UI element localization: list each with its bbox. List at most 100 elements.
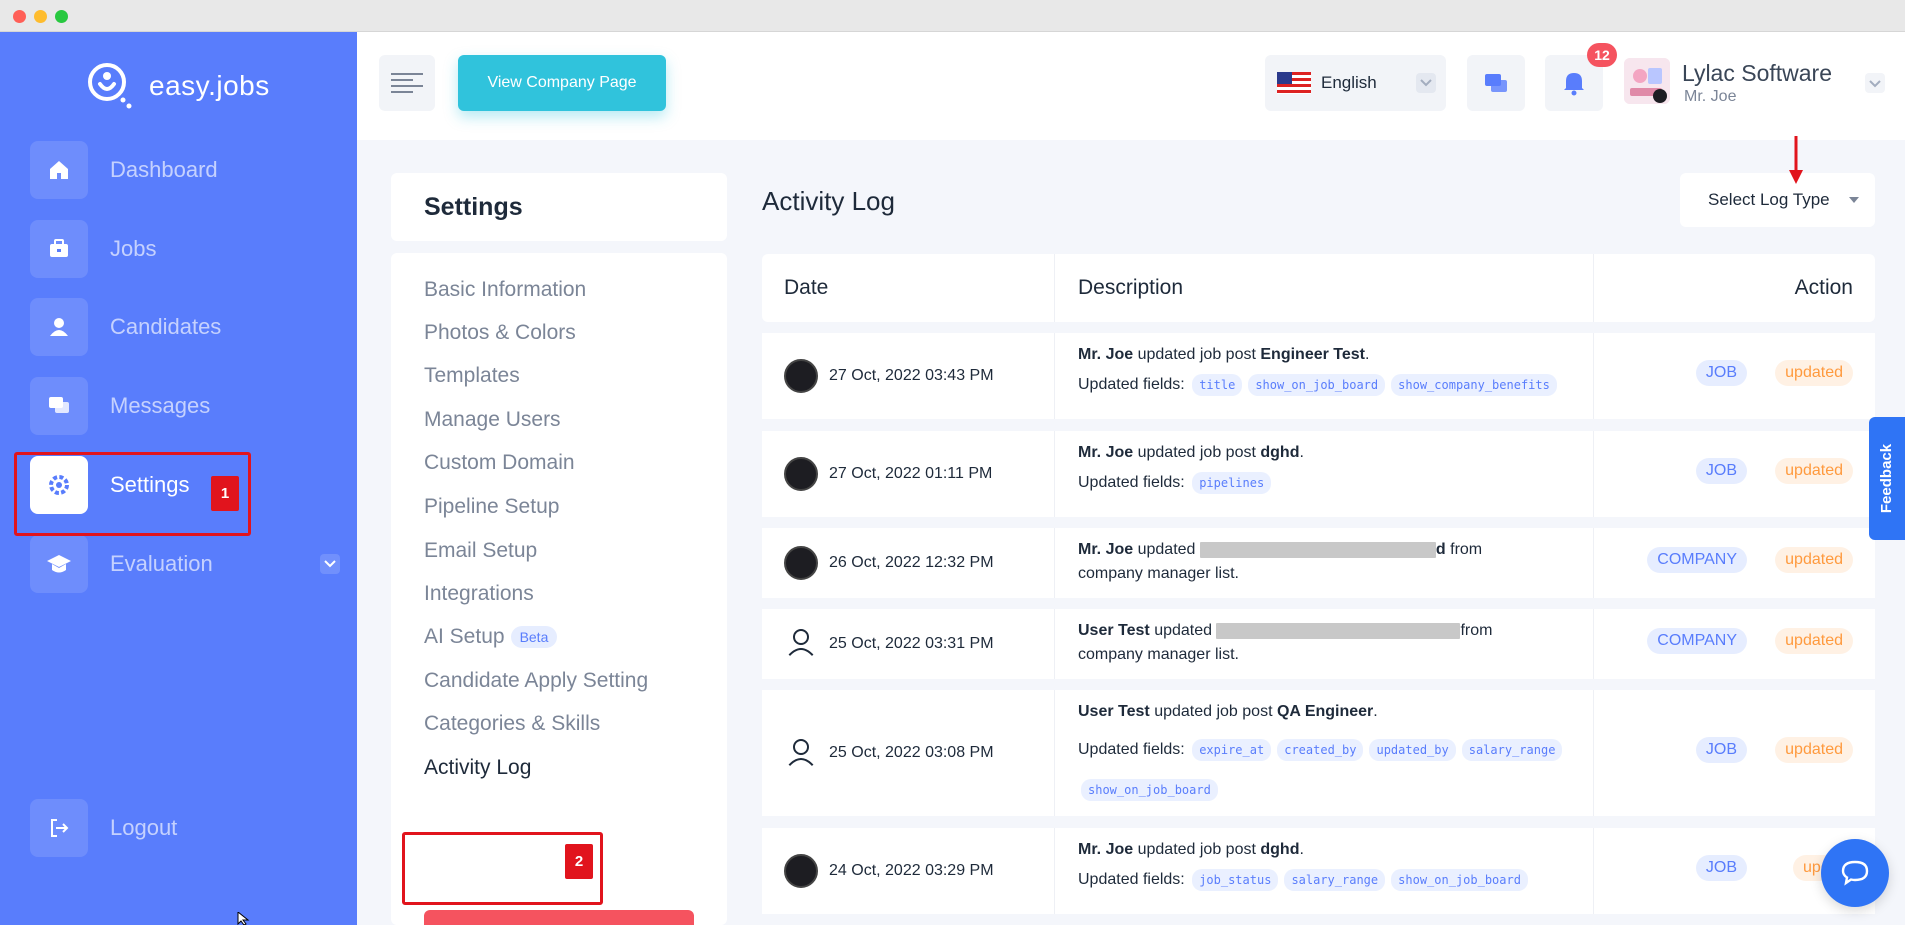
log-actor: User Test <box>1078 703 1150 720</box>
log-type-badge: COMPANY <box>1647 547 1747 573</box>
settings-link-candidate-apply-setting[interactable]: Candidate Apply Setting <box>424 669 648 693</box>
log-type-badge: JOB <box>1695 737 1747 763</box>
settings-link-templates[interactable]: Templates <box>424 364 520 388</box>
log-date: 27 Oct, 2022 03:43 PM <box>829 367 994 384</box>
column-header-action: Action <box>1794 276 1853 299</box>
chat-icon <box>1485 74 1507 92</box>
log-action-badge: updated <box>1775 737 1853 763</box>
sidebar-item-candidates[interactable]: Candidates <box>30 298 340 356</box>
sidebar-item-dashboard[interactable]: Dashboard <box>30 141 340 199</box>
messages-button[interactable] <box>1467 55 1525 111</box>
sidebar-item-evaluation[interactable]: Evaluation <box>30 535 340 593</box>
log-text: updated job post <box>1154 703 1273 720</box>
log-action-badge: updated <box>1775 547 1853 573</box>
log-text: updated <box>1137 541 1196 558</box>
mouse-cursor-icon <box>237 912 250 925</box>
settings-link-photos-colors[interactable]: Photos & Colors <box>424 321 576 345</box>
feedback-label: Feedback <box>1878 443 1896 514</box>
table-row: 27 Oct, 2022 03:43 PM Mr. Joe updated jo… <box>762 333 1875 419</box>
settings-link-activity-log[interactable]: Activity Log <box>424 756 531 780</box>
menu-toggle-button[interactable] <box>379 55 435 111</box>
briefcase-icon <box>30 220 88 278</box>
settings-link-integrations[interactable]: Integrations <box>424 582 534 606</box>
chat-icon <box>30 377 88 435</box>
log-date: 26 Oct, 2022 12:32 PM <box>829 554 994 571</box>
chat-bubble-icon <box>1841 860 1869 886</box>
log-type-select-label: Select Log Type <box>1708 190 1830 209</box>
settings-link-email-setup[interactable]: Email Setup <box>424 539 537 563</box>
settings-link-categories-skills[interactable]: Categories & Skills <box>424 712 600 736</box>
sidebar-item-logout[interactable]: Logout <box>30 799 340 857</box>
log-action-badge: updated <box>1775 360 1853 386</box>
logout-icon <box>30 799 88 857</box>
log-actor: User Test <box>1078 622 1150 639</box>
maximize-window-button[interactable] <box>55 10 68 23</box>
minimize-window-button[interactable] <box>34 10 47 23</box>
log-description: User Test updated job post QA Engineer. … <box>1078 700 1578 810</box>
avatar <box>784 854 818 888</box>
settings-link-pipeline-setup[interactable]: Pipeline Setup <box>424 495 559 519</box>
log-target: dghd <box>1260 841 1300 858</box>
settings-link-manage-users[interactable]: Manage Users <box>424 408 561 432</box>
close-window-button[interactable] <box>13 10 26 23</box>
avatar <box>784 546 818 580</box>
user-outline-icon <box>786 739 816 769</box>
field-tag: show_company_benefits <box>1391 373 1557 396</box>
feedback-tab[interactable]: Feedback <box>1869 417 1905 540</box>
company-avatar[interactable] <box>1624 58 1670 104</box>
column-header-date: Date <box>784 276 829 299</box>
log-text: updated job post <box>1137 444 1256 461</box>
log-tail: from <box>1450 541 1483 558</box>
log-description: User Test updated from company manager l… <box>1078 619 1492 667</box>
user-icon <box>30 298 88 356</box>
sidebar-item-label: Candidates <box>110 314 222 339</box>
sidebar-item-label: Messages <box>110 393 211 418</box>
sidebar-item-messages[interactable]: Messages <box>30 377 340 435</box>
log-target-fragment: d <box>1435 541 1446 558</box>
table-row: 25 Oct, 2022 03:31 PM User Test updated … <box>762 609 1875 679</box>
chevron-down-icon[interactable] <box>1865 73 1885 98</box>
language-selector[interactable]: English <box>1265 55 1446 111</box>
redacted-text <box>1216 622 1461 639</box>
user-name: Mr. Joe <box>1684 88 1737 105</box>
updated-fields-label: Updated fields: <box>1078 871 1185 888</box>
field-tag: created_by <box>1277 738 1364 761</box>
updated-fields-label: Updated fields: <box>1078 741 1185 758</box>
support-chat-button[interactable] <box>1821 839 1889 907</box>
settings-link-ai-setup[interactable]: AI Setup Beta <box>424 625 558 649</box>
language-label: English <box>1321 73 1377 92</box>
log-date: 27 Oct, 2022 01:11 PM <box>829 465 993 482</box>
log-text: updated job post <box>1137 346 1256 363</box>
avatar <box>784 457 818 491</box>
field-tag: job_status <box>1192 868 1279 891</box>
view-company-page-button[interactable]: View Company Page <box>458 55 666 111</box>
annotation-number-2: 2 <box>565 844 593 879</box>
log-actor: Mr. Joe <box>1078 444 1134 461</box>
field-tag: pipelines <box>1192 471 1272 494</box>
field-tag: show_on_job_board <box>1081 778 1218 801</box>
log-target: QA Engineer <box>1276 703 1374 720</box>
log-target: Engineer Test <box>1260 346 1365 363</box>
bell-icon <box>1564 73 1584 96</box>
column-header-description: Description <box>1078 276 1184 299</box>
settings-link-basic-information[interactable]: Basic Information <box>424 278 586 302</box>
chevron-down-icon[interactable] <box>320 554 340 574</box>
sidebar-item-label: Jobs <box>110 236 157 261</box>
sidebar-item-jobs[interactable]: Jobs <box>30 220 340 278</box>
beta-badge: Beta <box>510 626 558 649</box>
brand-name: easy.jobs <box>149 70 270 101</box>
table-row: 24 Oct, 2022 03:29 PM Mr. Joe updated jo… <box>762 828 1875 914</box>
log-description: Mr. Joe updated job post dghd. Updated f… <box>1078 441 1304 495</box>
graduation-cap-icon <box>30 535 88 593</box>
field-tag: salary_range <box>1461 738 1563 761</box>
delete-company-button[interactable] <box>424 910 694 925</box>
log-description: Mr. Joe updated job post dghd. Updated f… <box>1078 838 1531 892</box>
settings-link-custom-domain[interactable]: Custom Domain <box>424 451 575 475</box>
table-header: Date Description Action <box>762 254 1875 322</box>
log-type-select[interactable]: Select Log Type <box>1680 173 1875 227</box>
us-flag-icon <box>1277 72 1311 94</box>
log-date: 24 Oct, 2022 03:29 PM <box>829 862 994 879</box>
window-titlebar <box>0 0 1905 32</box>
brand-logo[interactable]: easy.jobs <box>85 60 270 112</box>
annotation-arrow <box>1789 136 1803 184</box>
